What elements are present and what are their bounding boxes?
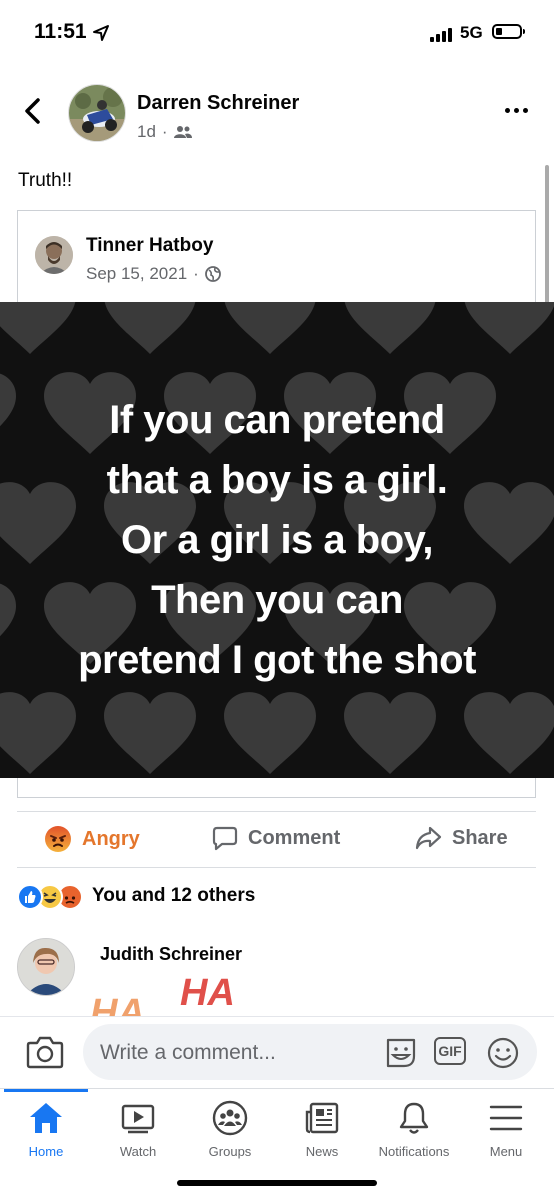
post-meta: 1d · bbox=[137, 122, 192, 142]
share-label: Share bbox=[452, 826, 508, 849]
nav-label-notifications: Notifications bbox=[378, 1144, 450, 1159]
bell-icon bbox=[399, 1102, 429, 1134]
shared-date: Sep 15, 2021 bbox=[86, 264, 188, 283]
nav-watch[interactable]: Watch bbox=[92, 1100, 184, 1159]
nav-label-news: News bbox=[305, 1144, 339, 1159]
gif-label: GIF bbox=[438, 1043, 462, 1059]
reactions-summary[interactable]: You and 12 others bbox=[92, 885, 255, 907]
dot-separator: · bbox=[193, 264, 199, 283]
nav-home[interactable]: Home bbox=[0, 1100, 92, 1159]
commenter-avatar[interactable] bbox=[17, 938, 75, 996]
commenter-name[interactable]: Judith Schreiner bbox=[100, 944, 242, 965]
like-reaction-icon bbox=[17, 884, 43, 910]
angry-label: Angry bbox=[82, 827, 140, 850]
meme-line: Then you can bbox=[151, 578, 403, 622]
comment-button[interactable]: Comment bbox=[212, 825, 340, 851]
home-indicator[interactable] bbox=[177, 1180, 377, 1186]
active-tab-indicator bbox=[4, 1089, 88, 1092]
nav-label-home: Home bbox=[28, 1144, 64, 1159]
shared-author-avatar[interactable] bbox=[35, 236, 73, 274]
news-icon bbox=[305, 1102, 339, 1134]
friends-icon bbox=[173, 126, 192, 138]
post-time: 1d bbox=[137, 122, 156, 141]
status-time: 11:51 bbox=[34, 20, 87, 43]
battery-icon bbox=[492, 24, 525, 39]
meme-line: Or a girl is a boy, bbox=[120, 518, 434, 562]
post-author-name[interactable]: Darren Schreiner bbox=[137, 92, 299, 115]
meme-text: If you can pretend that a boy is a girl.… bbox=[0, 390, 554, 690]
sticker-icon[interactable] bbox=[384, 1036, 418, 1070]
nav-notifications[interactable]: Notifications bbox=[368, 1100, 460, 1159]
nav-label-watch: Watch bbox=[119, 1144, 157, 1159]
meme-image[interactable]: If you can pretend that a boy is a girl.… bbox=[0, 302, 554, 778]
author-avatar[interactable] bbox=[68, 84, 126, 142]
comment-placeholder[interactable]: Write a comment... bbox=[100, 1041, 276, 1065]
globe-icon bbox=[204, 266, 221, 282]
network-type: 5G bbox=[460, 23, 483, 42]
meme-line: pretend I got the shot bbox=[78, 638, 476, 682]
divider bbox=[17, 811, 536, 812]
comment-label: Comment bbox=[248, 826, 341, 849]
angry-emoji-icon bbox=[45, 826, 71, 852]
meme-line: If you can pretend bbox=[109, 398, 445, 442]
post-text: Truth!! bbox=[18, 170, 73, 191]
nav-label-menu: Menu bbox=[489, 1144, 523, 1159]
menu-icon bbox=[489, 1105, 523, 1131]
shared-meta: Sep 15, 2021 · bbox=[86, 264, 221, 284]
emoji-icon[interactable] bbox=[486, 1036, 520, 1070]
angry-reaction-button[interactable]: Angry bbox=[44, 825, 140, 853]
motorcycle-photo bbox=[69, 85, 125, 141]
camera-icon[interactable] bbox=[26, 1034, 64, 1070]
home-icon bbox=[30, 1103, 62, 1133]
gif-button[interactable]: GIF bbox=[434, 1037, 466, 1065]
person-photo bbox=[18, 939, 74, 995]
more-options-icon[interactable] bbox=[505, 108, 528, 113]
ha-sticker: HA bbox=[180, 972, 235, 1014]
location-arrow-icon bbox=[93, 25, 109, 41]
groups-icon bbox=[212, 1100, 248, 1136]
dot-separator: · bbox=[161, 122, 168, 141]
meme-line: that a boy is a girl. bbox=[106, 458, 448, 502]
nav-label-groups: Groups bbox=[208, 1144, 252, 1159]
watch-icon bbox=[121, 1104, 155, 1134]
person-photo bbox=[35, 236, 73, 274]
comment-icon bbox=[212, 826, 238, 851]
share-icon bbox=[415, 826, 442, 850]
share-button[interactable]: Share bbox=[414, 825, 508, 851]
nav-menu[interactable]: Menu bbox=[460, 1100, 552, 1159]
back-icon[interactable] bbox=[22, 98, 44, 124]
shared-author-name[interactable]: Tinner Hatboy bbox=[86, 235, 213, 257]
nav-groups[interactable]: Groups bbox=[184, 1100, 276, 1159]
nav-news[interactable]: News bbox=[276, 1100, 368, 1159]
reaction-icons[interactable] bbox=[17, 884, 83, 910]
signal-icon bbox=[430, 28, 452, 42]
divider bbox=[17, 867, 536, 868]
